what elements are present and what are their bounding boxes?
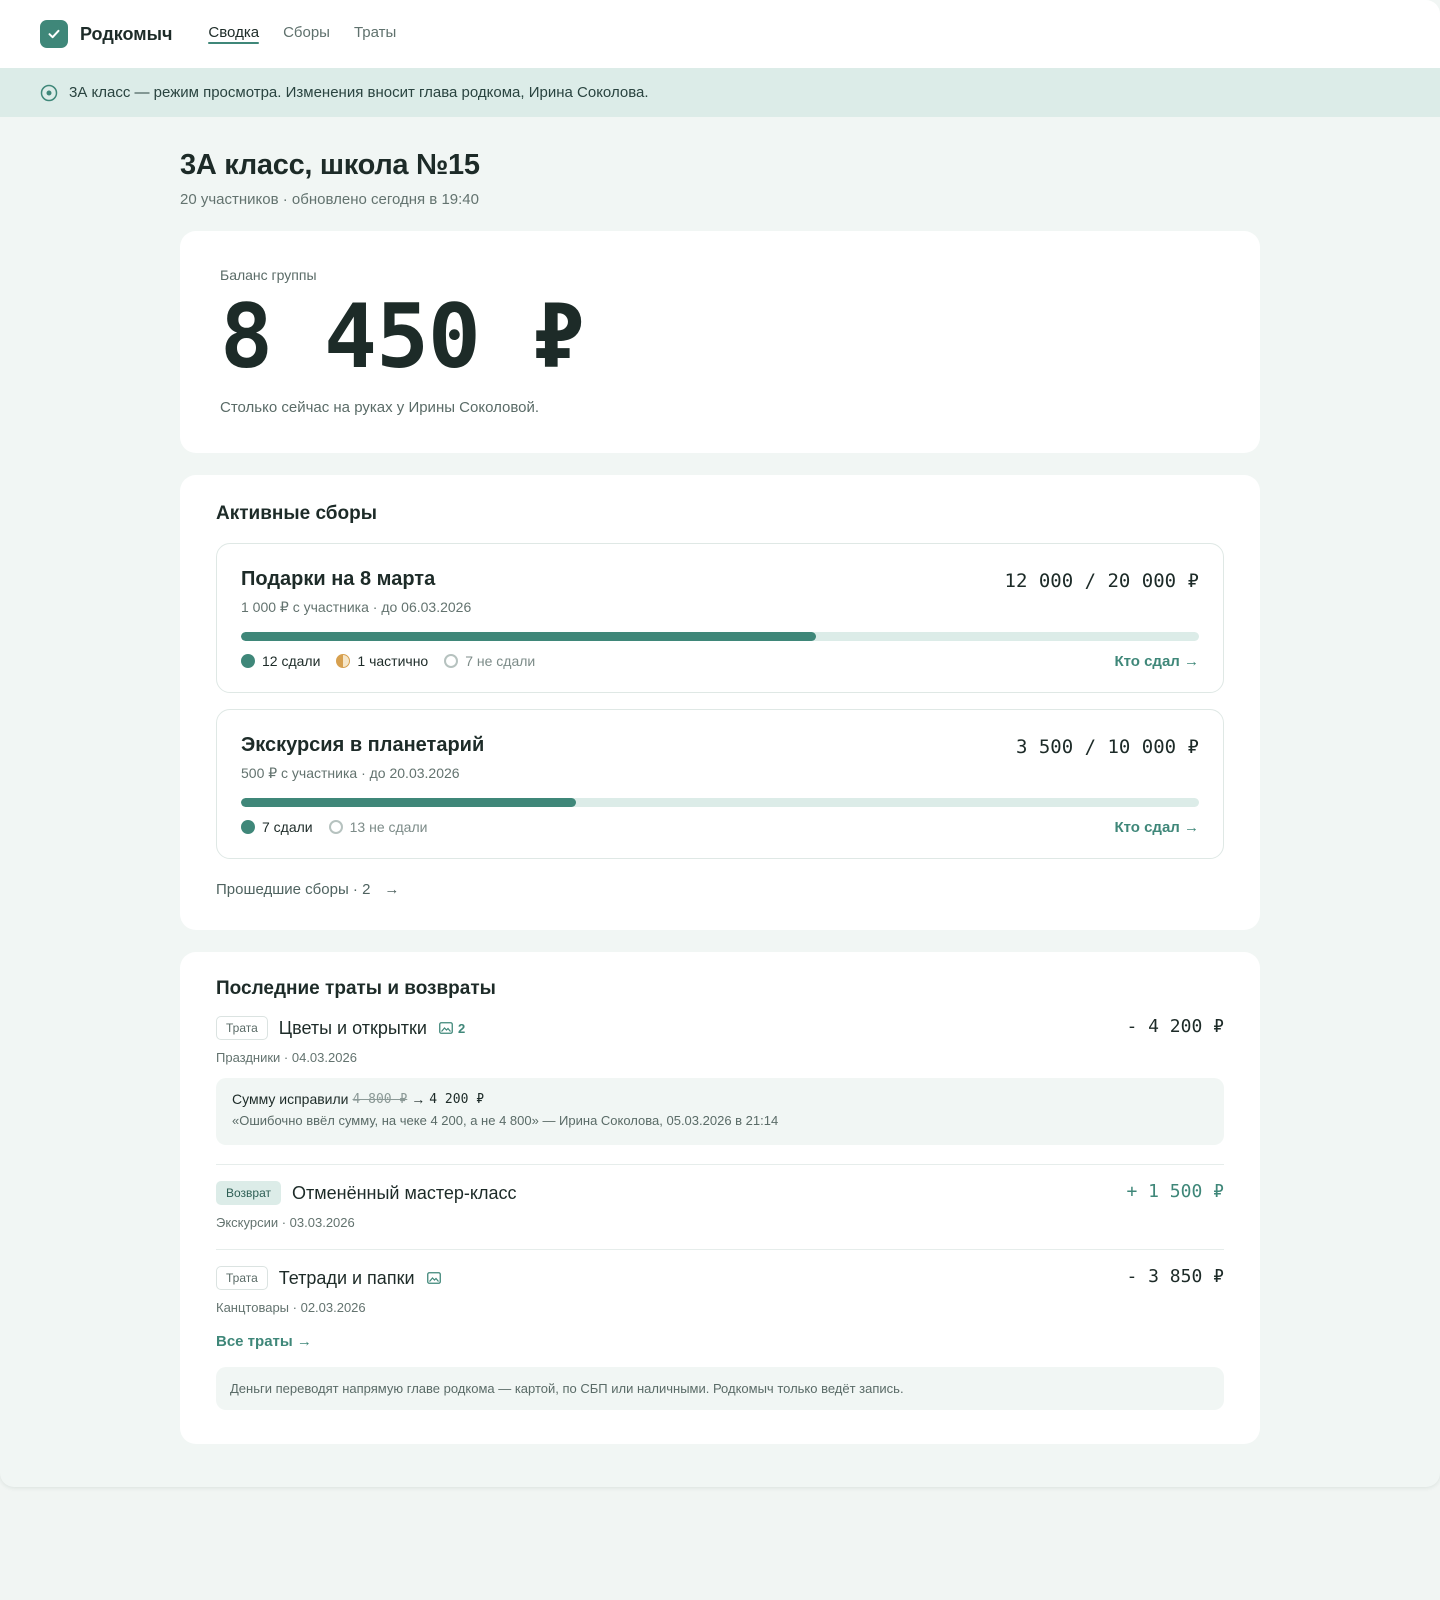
- image-icon: [426, 1272, 441, 1284]
- paid-dot-icon: [241, 654, 255, 668]
- app-window: Родкомыч Сводка Сборы Траты 3А класс — р…: [0, 0, 1440, 1487]
- collection-item[interactable]: Подарки на 8 марта 12 000 / 20 000 ₽ 1 0…: [216, 543, 1224, 693]
- paid-dot-icon: [241, 820, 255, 834]
- expense-amount: - 4 200 ₽: [1126, 1016, 1224, 1037]
- main-content: 3А класс, школа №15 20 участников · обно…: [180, 149, 1260, 1444]
- expense-amount: + 1 500 ₽: [1126, 1181, 1224, 1202]
- logo-check-icon[interactable]: [40, 20, 68, 48]
- page-title: 3А класс, школа №15: [180, 149, 480, 181]
- active-collections-card: Активные сборы Подарки на 8 марта 12 000…: [180, 475, 1260, 930]
- image-icon: [439, 1022, 453, 1034]
- balance-amount: 8 450 ₽: [220, 285, 585, 388]
- expense-item[interactable]: Возврат Отменённый мастер-класс + 1 500 …: [216, 1165, 1224, 1230]
- expense-meta: Канцтовары · 02.03.2026: [216, 1300, 366, 1315]
- balance-card: Баланс группы 8 450 ₽ Столько сейчас на …: [180, 231, 1260, 453]
- attachments-count: 2: [457, 1020, 466, 1036]
- legend-paid: 12 сдали: [241, 653, 320, 669]
- correction-note: Сумму исправили 4 800 ₽ → 4 200 ₽ «Ошибо…: [216, 1078, 1224, 1145]
- expense-meta: Экскурсии · 03.03.2026: [216, 1215, 355, 1230]
- section-title: Последние траты и возвраты: [216, 978, 496, 999]
- legend-partial: 1 частично: [336, 653, 428, 669]
- expense-tag: Трата: [216, 1016, 268, 1040]
- collection-meta: 1 000 ₽ с участника · до 06.03.2026: [241, 599, 472, 615]
- all-expenses-link[interactable]: Все траты →: [216, 1333, 1224, 1350]
- payment-legend: 7 сдали 13 не сдали: [241, 819, 1199, 835]
- expense-title: Отменённый мастер-класс: [292, 1182, 517, 1203]
- old-amount: 4 800 ₽: [352, 1091, 408, 1107]
- expense-meta: Праздники · 04.03.2026: [216, 1050, 357, 1065]
- partial-dot-icon: [336, 654, 351, 668]
- eye-circle-icon: [40, 84, 58, 102]
- progress-bar: [241, 632, 1199, 641]
- app-name: Родкомыч: [80, 23, 173, 44]
- past-collections-label: Прошедшие сборы · 2: [216, 881, 371, 898]
- tab-summary[interactable]: Сводка: [208, 0, 259, 68]
- top-bar: Родкомыч Сводка Сборы Траты: [0, 0, 1440, 68]
- progress-bar: [241, 798, 1199, 807]
- expense-tag: Трата: [216, 1266, 268, 1290]
- expense-title: Тетради и папки: [278, 1267, 415, 1288]
- correction-quote: «Ошибочно ввёл сумму, на чеке 4 200, а н…: [232, 1113, 779, 1128]
- collection-item[interactable]: Экскурсия в планетарий 3 500 / 10 000 ₽ …: [216, 709, 1224, 859]
- legend-unpaid: 13 не сдали: [328, 819, 427, 835]
- balance-note: Столько сейчас на руках у Ирины Соколово…: [220, 399, 540, 416]
- recent-expenses-card: Последние траты и возвраты Трата Цветы и…: [180, 952, 1260, 1444]
- page-meta: 20 участников · обновлено сегодня в 19:4…: [180, 191, 479, 208]
- tab-collections[interactable]: Сборы: [283, 0, 330, 68]
- who-paid-link[interactable]: Кто сдал →: [1114, 819, 1199, 836]
- main-nav: Сводка Сборы Траты: [208, 0, 396, 68]
- collection-sum: 12 000 / 20 000 ₽: [1004, 570, 1199, 592]
- progress-fill: [241, 798, 577, 807]
- arrow-right-icon: →: [384, 881, 400, 898]
- balance-label: Баланс группы: [220, 267, 317, 283]
- expense-tag: Возврат: [216, 1181, 281, 1205]
- legend-unpaid: 7 не сдали: [444, 653, 535, 669]
- attachments[interactable]: [426, 1272, 441, 1284]
- expense-amount: - 3 850 ₽: [1126, 1266, 1224, 1287]
- collection-sum: 3 500 / 10 000 ₽: [1015, 736, 1199, 758]
- section-title: Активные сборы: [216, 503, 377, 524]
- tab-expenses[interactable]: Траты: [354, 0, 396, 68]
- attachments[interactable]: 2: [439, 1021, 465, 1036]
- new-amount: 4 200 ₽: [429, 1091, 485, 1107]
- past-collections-link[interactable]: Прошедшие сборы · 2 →: [216, 881, 1224, 898]
- payment-legend: 12 сдали 1 частично 7 не сдали: [241, 653, 1199, 669]
- unpaid-dot-icon: [444, 654, 459, 668]
- arrow-right-icon: →: [411, 1091, 426, 1107]
- expense-item[interactable]: Трата Тетради и папки - 3 850 ₽ Канцтова…: [216, 1250, 1224, 1315]
- progress-fill: [241, 632, 816, 641]
- view-only-banner: 3А класс — режим просмотра. Изменения вн…: [0, 68, 1440, 117]
- legend-paid: 7 сдали: [241, 819, 313, 835]
- who-paid-link[interactable]: Кто сдал →: [1114, 653, 1199, 670]
- expense-item[interactable]: Трата Цветы и открытки 2 - 4 200 ₽ Празд…: [216, 1000, 1224, 1145]
- footnote: Деньги переводят напрямую главе родкома …: [216, 1367, 1224, 1410]
- banner-text: 3А класс — режим просмотра. Изменения вн…: [69, 84, 649, 101]
- collection-meta: 500 ₽ с участника · до 20.03.2026: [241, 765, 460, 781]
- unpaid-dot-icon: [328, 820, 343, 834]
- expense-title: Цветы и открытки: [278, 1017, 427, 1038]
- correction-label: Сумму исправили: [232, 1091, 349, 1107]
